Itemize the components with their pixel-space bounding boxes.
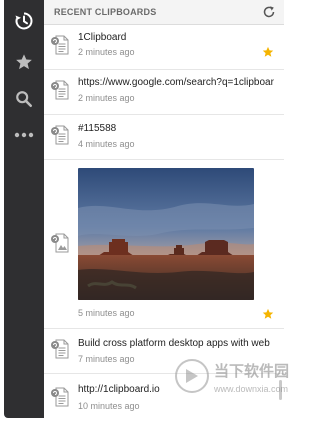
clip-text: https://www.google.com/search?q=1clipboa… — [78, 77, 274, 88]
document-icon — [51, 125, 69, 145]
watermark-url: www.downxia.com — [214, 384, 289, 394]
sidebar — [4, 0, 44, 418]
star-filled-icon[interactable] — [262, 46, 274, 58]
sidebar-item-favorites[interactable] — [9, 47, 39, 77]
clip-item-image[interactable]: 5 minutes ago — [44, 160, 284, 329]
image-file-icon — [51, 233, 69, 253]
clip-time: 5 minutes ago — [78, 308, 135, 318]
document-icon — [51, 339, 69, 359]
document-icon — [51, 387, 69, 407]
more-dots-icon — [14, 132, 34, 138]
clip-time: 2 minutes ago — [78, 47, 135, 57]
clip-item[interactable]: https://www.google.com/search?q=1clipboa… — [44, 70, 284, 115]
clip-text: Build cross platform desktop apps with w… — [78, 338, 270, 349]
search-icon — [16, 91, 33, 108]
clip-image-preview — [78, 168, 254, 300]
page-title: RECENT CLIPBOARDS — [54, 7, 157, 17]
clip-time: 2 minutes ago — [78, 93, 135, 103]
clip-text: #115588 — [78, 123, 117, 134]
watermark-logo-icon — [175, 359, 209, 393]
sidebar-item-search[interactable] — [9, 84, 39, 114]
sidebar-item-more[interactable] — [9, 120, 39, 150]
clip-time: 4 minutes ago — [78, 139, 135, 149]
document-icon — [51, 80, 69, 100]
refresh-icon[interactable] — [262, 5, 276, 19]
sidebar-item-history[interactable] — [9, 6, 39, 36]
watermark-name: 当下软件园 — [214, 363, 290, 380]
clip-text: 1Clipboard — [78, 32, 127, 43]
panel-header: RECENT CLIPBOARDS — [44, 0, 284, 25]
clip-item[interactable]: 1Clipboard 2 minutes ago — [44, 25, 284, 70]
history-clock-icon — [15, 12, 33, 30]
document-icon — [51, 35, 69, 55]
star-icon — [16, 54, 32, 70]
clip-time: 7 minutes ago — [78, 354, 135, 364]
watermark: 当下软件园 www.downxia.com — [174, 352, 290, 406]
clip-time: 10 minutes ago — [78, 401, 140, 411]
desert-landscape-image — [78, 168, 254, 300]
clip-item[interactable]: #115588 4 minutes ago — [44, 115, 284, 160]
star-filled-icon[interactable] — [262, 308, 274, 320]
